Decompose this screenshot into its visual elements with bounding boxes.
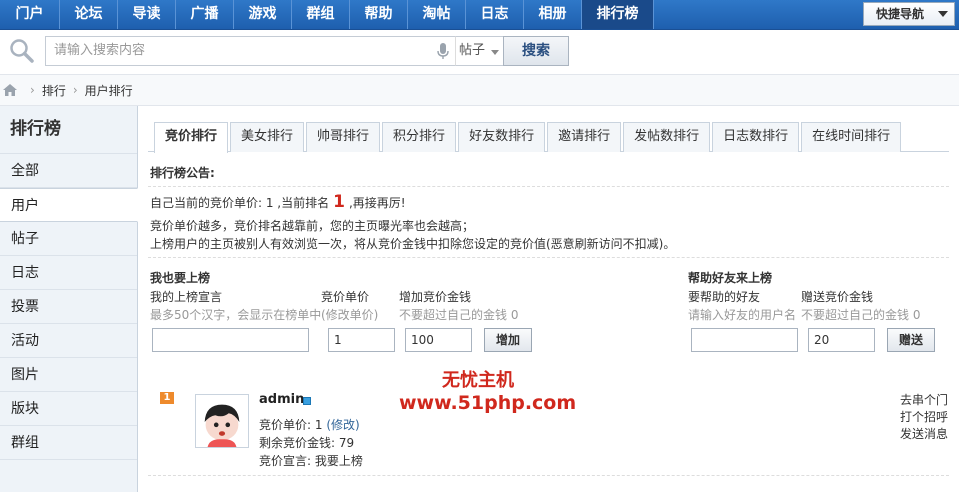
user-bid-price: 竞价单价: 1 (修改) [259, 416, 360, 433]
notice-line-3: 上榜用户的主页被别人有效浏览一次，将从竞价金钱中扣除您设定的竞价值(恶意刷新访问… [150, 237, 676, 251]
search-bar: 请输入搜索内容 帖子 搜索 [0, 30, 959, 72]
money-hint: 不要超过自己的金钱 0 [399, 308, 519, 322]
nav-item-collections[interactable]: 淘帖 [408, 0, 466, 29]
nav-item-blog[interactable]: 日志 [466, 0, 524, 29]
sidebar-item-activities[interactable]: 活动 [0, 324, 137, 358]
top-nav: 门户 论坛 导读 广播 游戏 群组 帮助 淘帖 日志 相册 排行榜 快捷导航 [0, 0, 959, 30]
breadcrumb: › 排行 › 用户排行 [0, 74, 959, 106]
nav-item-forum[interactable]: 论坛 [60, 0, 118, 29]
user-actions: 去串个门 打个招呼 发送消息 [900, 392, 948, 443]
search-type-select[interactable]: 帖子 [455, 36, 503, 66]
user-bid-price-text: 竞价单价: 1 [259, 418, 327, 432]
sidebar-item-boards[interactable]: 版块 [0, 392, 137, 426]
nav-item-album[interactable]: 相册 [524, 0, 582, 29]
search-icon [10, 39, 34, 63]
current-rank-number: 1 [333, 192, 345, 212]
nav-item-ranking[interactable]: 排行榜 [582, 0, 654, 29]
sidebar-item-polls[interactable]: 投票 [0, 290, 137, 324]
send-message-link[interactable]: 发送消息 [900, 426, 948, 443]
tab-invite-ranking[interactable]: 邀请排行 [547, 122, 622, 152]
quick-nav-label: 快捷导航 [876, 7, 925, 21]
visit-link[interactable]: 去串个门 [900, 392, 948, 409]
chevron-down-icon [491, 50, 499, 55]
notice-title: 排行榜公告: [150, 166, 215, 180]
declaration-hint: 最多50个汉字，会显示在榜单中 [150, 308, 322, 322]
user-remaining-money: 剩余竞价金钱: 79 [259, 436, 355, 450]
online-status-icon [303, 397, 311, 405]
avatar[interactable] [195, 394, 249, 448]
price-label: 竞价单价 [321, 290, 370, 304]
notice-rank-suffix: ,再接再厉! [348, 196, 406, 210]
nav-item-broadcast[interactable]: 广播 [176, 0, 234, 29]
price-hint: (修改单价) [321, 308, 379, 322]
rank-badge: 1 [160, 392, 174, 404]
sidebar-item-all[interactable]: 全部 [0, 154, 137, 188]
tab-online-ranking[interactable]: 在线时间排行 [801, 122, 902, 152]
main-content: 竞价排行 美女排行 帅哥排行 积分排行 好友数排行 邀请排行 发帖数排行 日志数… [148, 106, 949, 492]
tab-bid-ranking[interactable]: 竞价排行 [154, 122, 229, 153]
money-label: 增加竞价金钱 [399, 290, 472, 304]
declaration-label: 我的上榜宣言 [150, 290, 223, 304]
tab-beauty-ranking[interactable]: 美女排行 [230, 122, 305, 152]
quick-nav-button[interactable]: 快捷导航 [863, 2, 955, 26]
breadcrumb-separator: › [72, 83, 78, 97]
gift-money-input[interactable]: 20 [808, 328, 875, 352]
gift-button[interactable]: 赠送 [887, 328, 935, 352]
friend-username-input[interactable] [691, 328, 798, 352]
watermark-title: 无忧主机 [442, 370, 514, 391]
edit-price-link[interactable]: (修改) [326, 418, 359, 432]
add-money-button[interactable]: 增加 [484, 328, 532, 352]
ranking-tabs: 竞价排行 美女排行 帅哥排行 积分排行 好友数排行 邀请排行 发帖数排行 日志数… [148, 122, 949, 153]
sidebar-item-threads[interactable]: 帖子 [0, 222, 137, 256]
breadcrumb-user-ranking[interactable]: 用户排行 [85, 82, 133, 99]
microphone-icon[interactable] [437, 43, 449, 60]
breadcrumb-ranking[interactable]: 排行 [42, 82, 66, 99]
section-divider [148, 257, 949, 258]
search-button[interactable]: 搜索 [503, 36, 569, 66]
notice-box: 自己当前的竞价单价: 1 ,当前排名 1 ,再接再厉! 竞价单价越多，竞价排名越靠前… [148, 186, 949, 251]
sidebar-item-users[interactable]: 用户 [0, 188, 138, 222]
notice-line-2: 竞价单价越多，竞价排名越靠前，您的主页曝光率也会越高； [150, 219, 475, 233]
nav-item-portal[interactable]: 门户 [0, 0, 60, 29]
greet-link[interactable]: 打个招呼 [900, 409, 948, 426]
nav-item-guide[interactable]: 导读 [118, 0, 176, 29]
nav-item-groups[interactable]: 群组 [292, 0, 350, 29]
gift-hint: 不要超过自己的金钱 0 [801, 308, 921, 322]
tab-friends-ranking[interactable]: 好友数排行 [458, 122, 546, 152]
friend-hint: 请输入好友的用户名 [688, 308, 797, 322]
nav-item-games[interactable]: 游戏 [234, 0, 292, 29]
user-declaration: 竞价宣言: 我要上榜 [259, 454, 363, 468]
notice-current-rank: 自己当前的竞价单价: 1 ,当前排名 1 ,再接再厉! [150, 192, 406, 212]
tab-handsome-ranking[interactable]: 帅哥排行 [306, 122, 381, 152]
sidebar-item-blogs[interactable]: 日志 [0, 256, 137, 290]
tab-posts-ranking[interactable]: 发帖数排行 [623, 122, 711, 152]
notice-rank-prefix: 自己当前的竞价单价: 1 ,当前排名 [150, 196, 330, 210]
chevron-down-icon [938, 11, 948, 17]
username-link[interactable]: admin [259, 392, 304, 407]
sidebar: 排行榜 全部 用户 帖子 日志 投票 活动 图片 版块 群组 [0, 106, 138, 492]
gift-label: 赠送竞价金钱 [801, 290, 874, 304]
watermark-url: www.51php.com [399, 392, 577, 414]
money-input[interactable]: 100 [405, 328, 472, 352]
sidebar-item-groups[interactable]: 群组 [0, 426, 137, 460]
home-icon[interactable] [3, 84, 17, 96]
friend-form-title: 帮助好友来上榜 [688, 271, 773, 285]
self-form-title: 我也要上榜 [150, 271, 211, 285]
search-input[interactable]: 请输入搜索内容 [45, 36, 455, 66]
declaration-input[interactable] [152, 328, 309, 352]
price-input[interactable]: 1 [328, 328, 395, 352]
tab-points-ranking[interactable]: 积分排行 [382, 122, 457, 152]
friend-label: 要帮助的好友 [688, 290, 761, 304]
tab-blogs-ranking[interactable]: 日志数排行 [712, 122, 800, 152]
nav-item-help[interactable]: 帮助 [350, 0, 408, 29]
sidebar-title: 排行榜 [0, 106, 137, 154]
search-type-label: 帖子 [459, 43, 486, 58]
sidebar-item-pictures[interactable]: 图片 [0, 358, 137, 392]
breadcrumb-separator: › [30, 83, 35, 97]
